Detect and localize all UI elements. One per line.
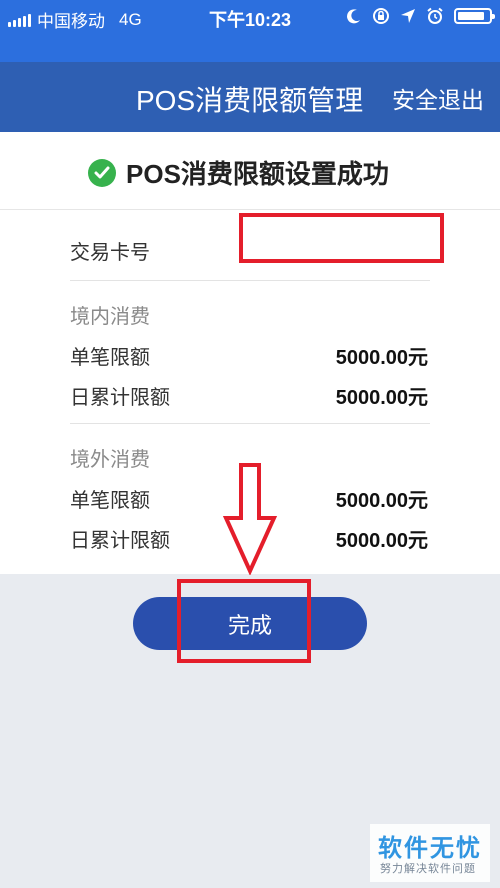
overseas-daily-value: 5000.00元	[335, 530, 428, 552]
overseas-section-title: 境外消费	[70, 449, 150, 471]
overseas-single-label: 单笔限额	[70, 490, 150, 512]
down-arrow-icon	[222, 463, 278, 575]
success-banner-content: POS消费限额设置成功	[88, 154, 389, 191]
status-right	[346, 7, 495, 25]
battery-icon	[454, 8, 495, 24]
success-message: POS消费限额设置成功	[126, 159, 389, 189]
domestic-daily-value: 5000.00元	[335, 387, 428, 409]
watermark-subtitle: 努力解决软件问题	[380, 863, 476, 875]
card-number-highlight-box	[239, 213, 444, 263]
alarm-icon	[427, 7, 443, 24]
domestic-daily-label: 日累计限额	[70, 387, 170, 409]
page-title: POS消费限额管理	[136, 85, 364, 116]
card-number-label: 交易卡号	[70, 242, 150, 264]
app-header: POS消费限额管理 安全退出	[0, 34, 500, 132]
logout-button[interactable]: 安全退出	[392, 81, 484, 115]
done-button-highlight-box	[177, 579, 311, 663]
header-bar: POS消费限额管理 安全退出	[0, 62, 500, 132]
watermark-logo: 软件无忧 努力解决软件问题	[370, 824, 490, 882]
domestic-section-title: 境内消费	[70, 306, 150, 328]
overseas-single-value: 5000.00元	[335, 490, 428, 512]
divider	[70, 423, 430, 424]
location-icon	[401, 9, 415, 23]
success-banner: POS消费限额设置成功	[0, 132, 500, 210]
moon-icon	[347, 9, 360, 24]
domestic-single-value: 5000.00元	[335, 347, 428, 369]
success-check-icon	[88, 158, 116, 187]
overseas-daily-label: 日累计限额	[70, 530, 170, 552]
rotation-lock-icon	[373, 8, 389, 24]
status-bar: 中国移动 4G 下午10:23	[0, 0, 500, 34]
domestic-single-label: 单笔限额	[70, 347, 150, 369]
watermark-title: 软件无忧	[378, 835, 482, 862]
divider	[70, 280, 430, 281]
